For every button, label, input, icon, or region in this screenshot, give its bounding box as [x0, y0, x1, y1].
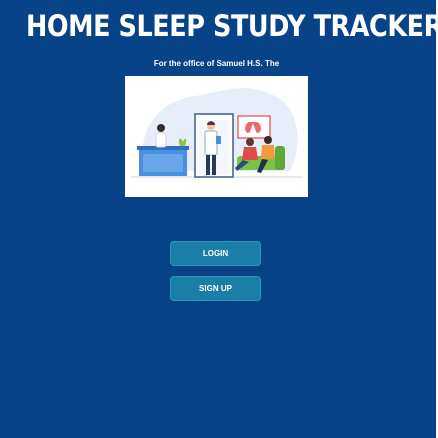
office-subtitle: For the office of Samuel H.S. The [153, 59, 280, 68]
lungs-poster [237, 115, 271, 139]
waiting-bench-back [275, 146, 285, 170]
doctor-clipboard [216, 136, 221, 144]
clinic-illustration [125, 76, 308, 197]
receptionist-body [155, 132, 167, 148]
doctor-leg-left [206, 155, 210, 175]
doctor-coat [204, 130, 218, 156]
reception-desk-panel [143, 154, 183, 172]
doctor-leg-right [212, 155, 216, 175]
sign-up-button[interactable]: SIGN UP [170, 276, 261, 301]
patient-one-body [242, 147, 258, 160]
app-title: HOME SLEEP STUDY TRACKER [25, 9, 438, 43]
patient-two-body [261, 145, 275, 159]
receptionist-head [157, 124, 165, 132]
patient-two-head [264, 136, 272, 144]
login-button[interactable]: LOGIN [170, 241, 261, 266]
patient-one-head [246, 138, 254, 146]
